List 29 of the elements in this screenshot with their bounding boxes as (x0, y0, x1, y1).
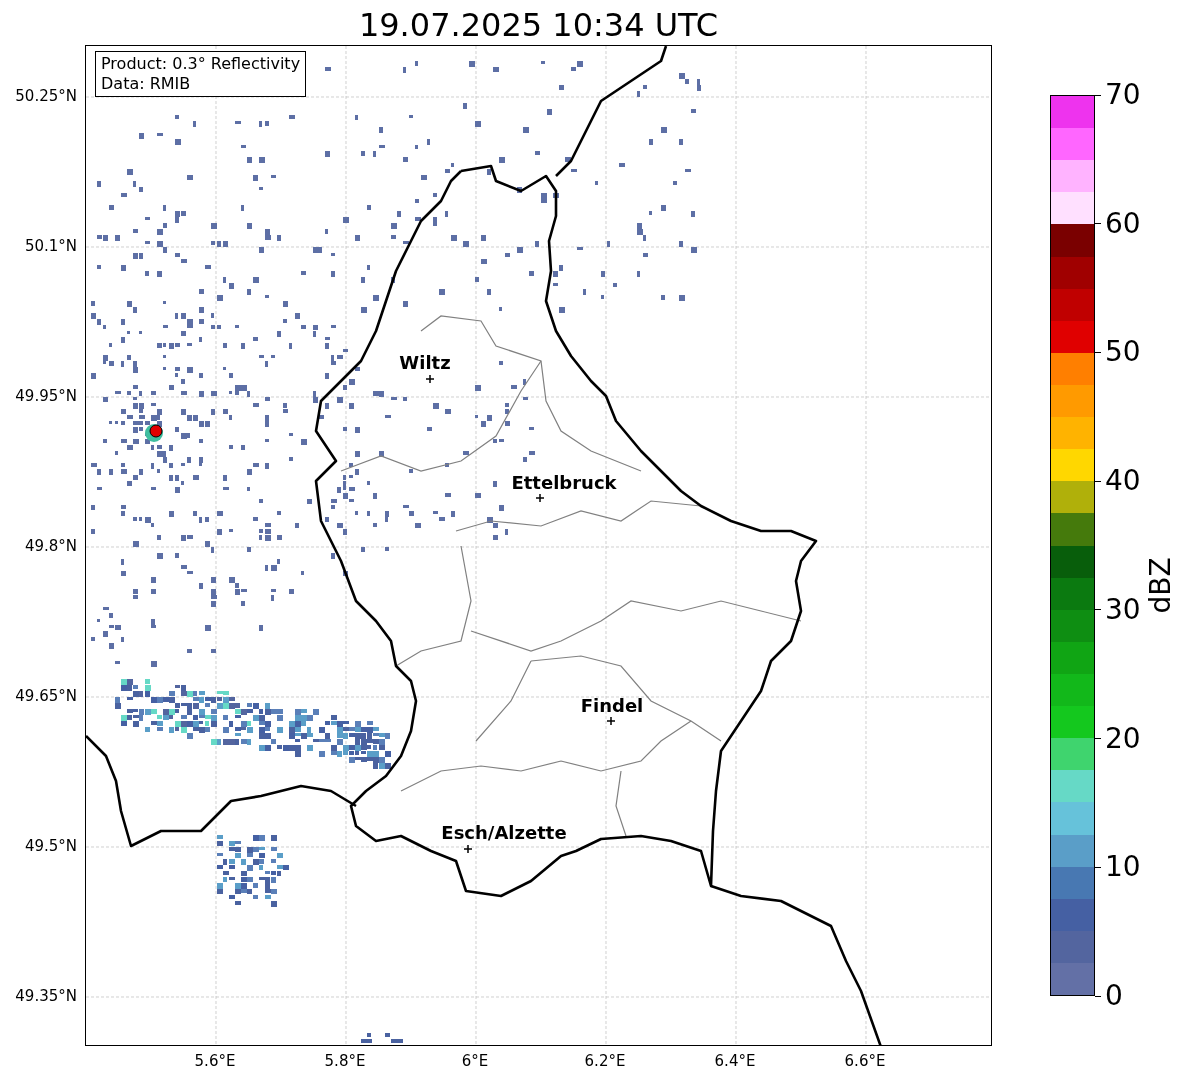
longitude-label: 6.4°E (714, 1052, 756, 1070)
colorbar-label: dBZ (1143, 557, 1177, 614)
colorbar-tick-label: 10 (1105, 852, 1141, 883)
colorbar-tick-label: 30 (1105, 594, 1141, 625)
chart-title: 19.07.2025 10:34 UTC (357, 5, 720, 45)
colorbar-tick-label: 40 (1105, 466, 1141, 497)
legend-text: Data: RMIB (101, 74, 192, 94)
colorbar-tick-label: 0 (1105, 981, 1123, 1011)
longitude-label: 5.6°E (194, 1052, 236, 1070)
colorbar-tick-label: 50 (1105, 337, 1141, 368)
longitude-label: 6.6°E (844, 1052, 886, 1070)
latitude-label: 49.5°N (24, 837, 77, 855)
latitude-label: 50.25°N (15, 87, 77, 105)
city-label: Findel (580, 695, 644, 716)
longitude-label: 6.2°E (584, 1052, 626, 1070)
latitude-label: 49.8°N (24, 537, 77, 555)
latitude-label: 50.1°N (24, 237, 77, 255)
latitude-label: 49.65°N (15, 687, 77, 705)
longitude-label: 5.8°E (324, 1052, 366, 1070)
longitude-label: 6°E (461, 1052, 489, 1070)
colorbar-tick-label: 70 (1105, 80, 1141, 110)
city-label: Esch/Alzette (441, 822, 567, 843)
legend-text: Product: 0.3° Reflectivity (101, 54, 301, 74)
city-label: Wiltz (399, 352, 451, 373)
latitude-label: 49.35°N (15, 987, 77, 1005)
colorbar-tick-label: 60 (1105, 208, 1141, 239)
city-label: Ettelbruck (511, 472, 617, 493)
colorbar-tick-label: 20 (1105, 723, 1141, 754)
latitude-label: 49.95°N (15, 387, 77, 405)
